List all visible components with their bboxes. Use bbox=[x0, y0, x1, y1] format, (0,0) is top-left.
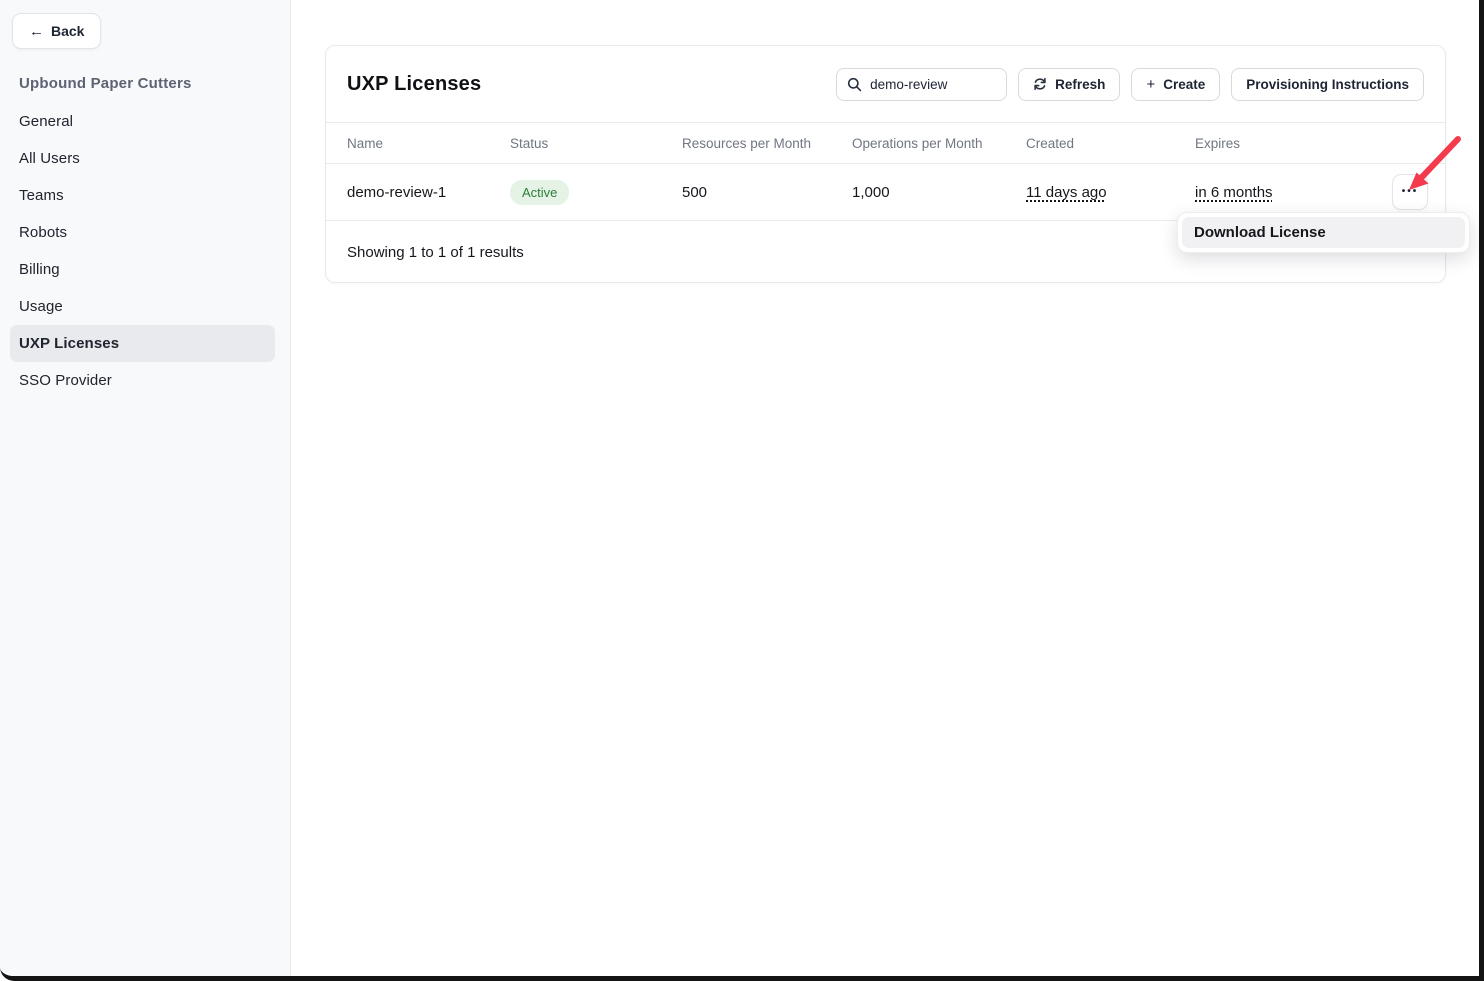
sidebar-item-general[interactable]: General bbox=[10, 103, 275, 140]
provisioning-instructions-label: Provisioning Instructions bbox=[1246, 77, 1409, 92]
app-window: ← Back Upbound Paper Cutters General All… bbox=[0, 0, 1484, 981]
row-actions-context-menu: Download License bbox=[1177, 212, 1470, 253]
panel-title: UXP Licenses bbox=[347, 73, 481, 96]
plus-icon: + bbox=[1146, 77, 1155, 92]
sidebar-item-teams[interactable]: Teams bbox=[10, 177, 275, 214]
column-header-resources: Resources per Month bbox=[682, 136, 852, 151]
create-button[interactable]: + Create bbox=[1131, 68, 1220, 101]
org-title: Upbound Paper Cutters bbox=[19, 75, 192, 92]
column-header-name: Name bbox=[347, 136, 510, 151]
sidebar-item-all-users[interactable]: All Users bbox=[10, 140, 275, 177]
resources-per-month-value: 500 bbox=[682, 184, 852, 201]
sidebar-item-robots[interactable]: Robots bbox=[10, 214, 275, 251]
settings-sidebar: ← Back Upbound Paper Cutters General All… bbox=[0, 0, 291, 976]
back-arrow-icon: ← bbox=[29, 24, 44, 39]
sidebar-item-sso-provider[interactable]: SSO Provider bbox=[10, 362, 275, 399]
status-badge: Active bbox=[510, 180, 569, 205]
sidebar-item-billing[interactable]: Billing bbox=[10, 251, 275, 288]
sidebar-item-uxp-licenses[interactable]: UXP Licenses bbox=[10, 325, 275, 362]
refresh-icon bbox=[1033, 77, 1047, 91]
download-license-menu-item[interactable]: Download License bbox=[1182, 217, 1465, 248]
refresh-button[interactable]: Refresh bbox=[1018, 68, 1120, 101]
sidebar-nav: General All Users Teams Robots Billing U… bbox=[10, 103, 275, 399]
column-header-created: Created bbox=[1026, 136, 1195, 151]
sidebar-item-usage[interactable]: Usage bbox=[10, 288, 275, 325]
column-header-status: Status bbox=[510, 136, 682, 151]
expires-value[interactable]: in 6 months bbox=[1195, 184, 1273, 201]
back-button-label: Back bbox=[51, 23, 84, 39]
panel-controls: Refresh + Create Provisioning Instructio… bbox=[836, 68, 1424, 101]
provisioning-instructions-button[interactable]: Provisioning Instructions bbox=[1231, 68, 1424, 101]
search-input[interactable] bbox=[870, 77, 996, 92]
back-button[interactable]: ← Back bbox=[12, 13, 101, 49]
panel-header: UXP Licenses bbox=[326, 46, 1445, 122]
column-header-expires: Expires bbox=[1195, 136, 1392, 151]
column-header-operations: Operations per Month bbox=[852, 136, 1026, 151]
license-name: demo-review-1 bbox=[347, 184, 510, 201]
table-header-row: Name Status Resources per Month Operatio… bbox=[326, 122, 1445, 164]
create-button-label: Create bbox=[1163, 77, 1205, 92]
refresh-button-label: Refresh bbox=[1055, 77, 1105, 92]
search-icon bbox=[847, 77, 862, 92]
operations-per-month-value: 1,000 bbox=[852, 184, 1026, 201]
license-search-box bbox=[836, 68, 1007, 101]
created-value[interactable]: 11 days ago bbox=[1026, 184, 1107, 201]
row-actions-menu-button[interactable]: ••• bbox=[1392, 174, 1428, 210]
